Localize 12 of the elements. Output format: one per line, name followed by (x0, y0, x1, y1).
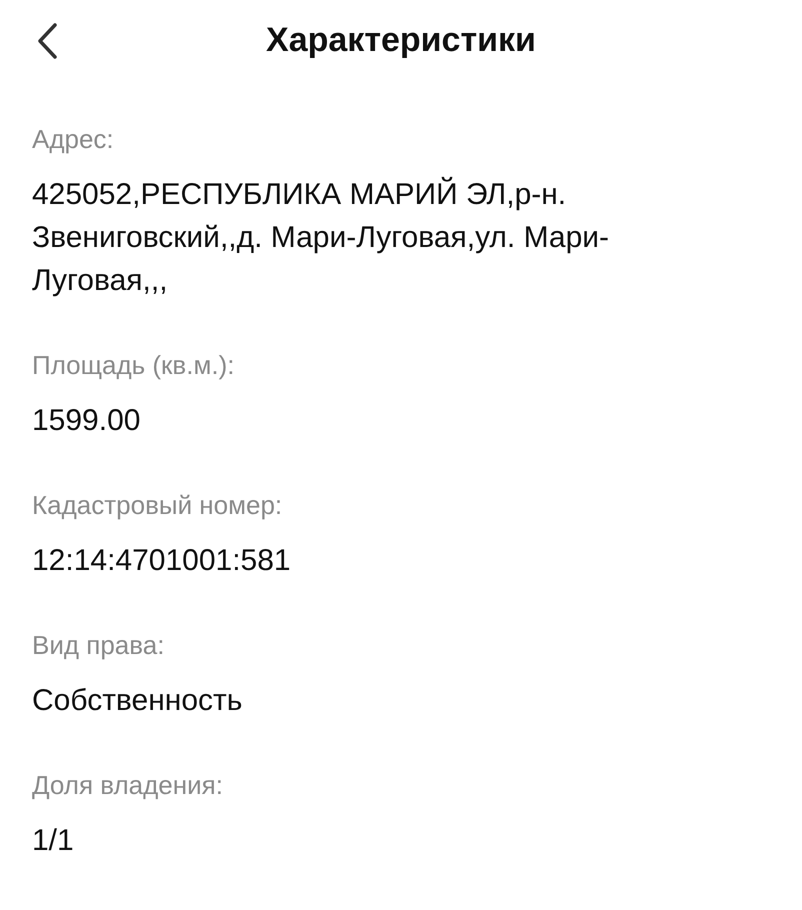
page-title: Характеристики (266, 20, 536, 60)
field-label: Кадастровый номер: (32, 490, 284, 521)
field-value: 12:14:4701001:581 (32, 543, 292, 579)
field-value: 1/1 (32, 823, 75, 859)
field-value: 1599.00 (32, 403, 142, 439)
field-value: Собственность (32, 683, 244, 719)
field-label: Площадь (кв.м.): (32, 350, 236, 381)
field-label: Вид права: (32, 630, 166, 661)
back-icon[interactable] (36, 22, 58, 60)
field-value: 425052,РЕСПУБЛИКА МАРИЙ ЭЛ,р-н. Звениговский,,д. Мари-Луговая,ул. Мари-Луговая,,, (32, 176, 610, 299)
field-label: Доля владения: (32, 770, 224, 801)
field-label: Адрес: (32, 124, 115, 155)
